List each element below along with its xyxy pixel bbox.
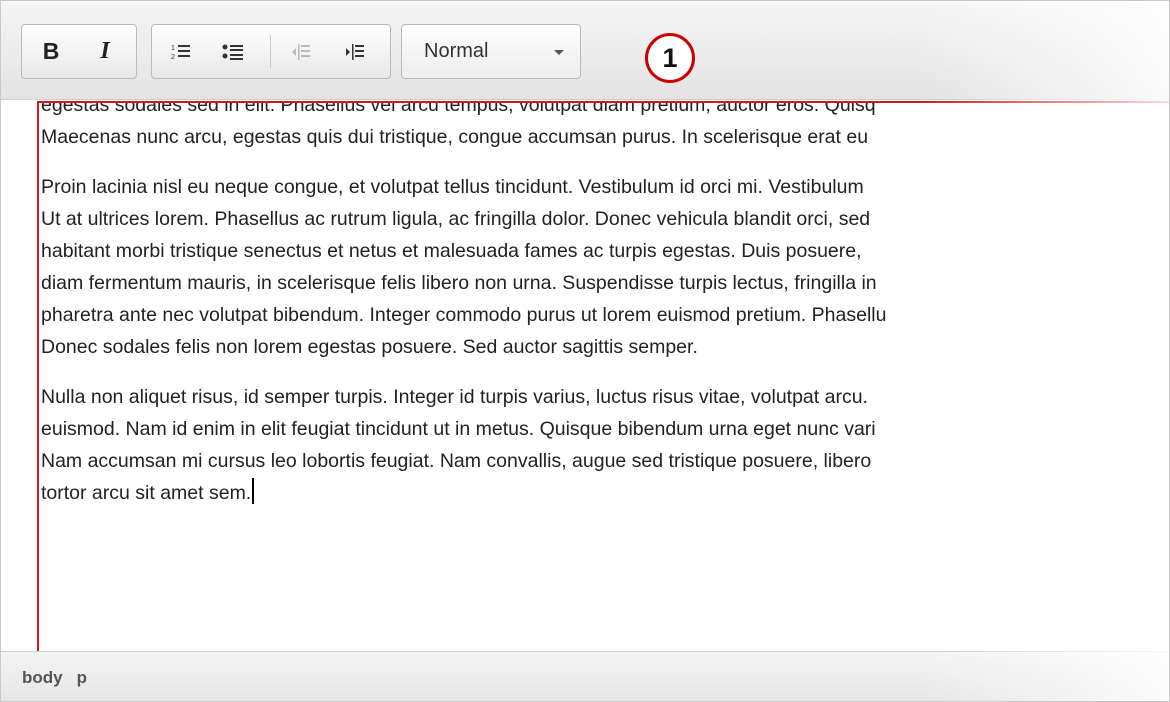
numbered-list-button[interactable]: 1 2 bbox=[158, 25, 204, 78]
text-line: diam fermentum mauris, in scelerisque fe… bbox=[41, 272, 877, 294]
text-line: pharetra ante nec volutpat bibendum. Int… bbox=[41, 304, 887, 326]
element-path-bar: body p bbox=[1, 651, 1169, 701]
text-line: Proin lacinia nisl eu neque congue, et v… bbox=[41, 176, 864, 198]
format-select-value: Normal bbox=[424, 40, 489, 62]
text-style-group: B I bbox=[21, 24, 137, 79]
path-item-body[interactable]: body bbox=[22, 668, 63, 688]
outdent-icon bbox=[292, 43, 310, 60]
bold-button[interactable]: B bbox=[28, 25, 74, 78]
text-line: habitant morbi tristique senectus et net… bbox=[41, 240, 862, 262]
indent-button[interactable] bbox=[332, 25, 378, 78]
rich-text-editor: B I 1 2 Normal 1 egestas sodales sed in … bbox=[0, 0, 1170, 702]
bulleted-list-icon bbox=[222, 44, 243, 60]
editor-toolbar: B I 1 2 Normal 1 bbox=[1, 1, 1169, 100]
paragraph[interactable]: Nulla non aliquet risus, id semper turpi… bbox=[39, 381, 1169, 509]
paragraph[interactable]: egestas sodales sed in elit. Phasellus v… bbox=[39, 101, 1169, 153]
text-line: egestas sodales sed in elit. Phasellus v… bbox=[41, 101, 876, 116]
path-item-p[interactable]: p bbox=[77, 668, 87, 688]
editor-content-area[interactable]: egestas sodales sed in elit. Phasellus v… bbox=[37, 101, 1169, 684]
text-line: tortor arcu sit amet sem. bbox=[41, 482, 252, 504]
indent-icon bbox=[346, 43, 364, 60]
text-line: Nam accumsan mi cursus leo lobortis feug… bbox=[41, 450, 872, 472]
editor-body[interactable]: egestas sodales sed in elit. Phasellus v… bbox=[39, 101, 1169, 527]
numbered-list-icon: 1 2 bbox=[171, 44, 190, 61]
text-line: Ut at ultrices lorem. Phasellus ac rutru… bbox=[41, 208, 871, 230]
svg-text:1: 1 bbox=[171, 45, 175, 52]
list-indent-group: 1 2 bbox=[151, 24, 391, 79]
text-line: Nulla non aliquet risus, id semper turpi… bbox=[41, 386, 868, 408]
format-select[interactable]: Normal bbox=[401, 24, 581, 79]
italic-button[interactable]: I bbox=[82, 25, 128, 78]
text-line: Donec sodales felis non lorem egestas po… bbox=[41, 336, 698, 358]
bulleted-list-button[interactable] bbox=[210, 25, 256, 78]
outdent-button[interactable] bbox=[278, 25, 324, 78]
text-line: Maecenas nunc arcu, egestas quis dui tri… bbox=[41, 126, 869, 148]
svg-text:2: 2 bbox=[171, 54, 175, 61]
text-cursor bbox=[252, 478, 255, 504]
text-line: euismod. Nam id enim in elit feugiat tin… bbox=[41, 418, 876, 440]
callout-number: 1 bbox=[662, 42, 678, 73]
paragraph[interactable]: Proin lacinia nisl eu neque congue, et v… bbox=[39, 171, 1169, 363]
chevron-down-icon bbox=[554, 50, 564, 55]
toolbar-separator bbox=[270, 35, 271, 68]
callout-marker: 1 bbox=[645, 33, 695, 83]
